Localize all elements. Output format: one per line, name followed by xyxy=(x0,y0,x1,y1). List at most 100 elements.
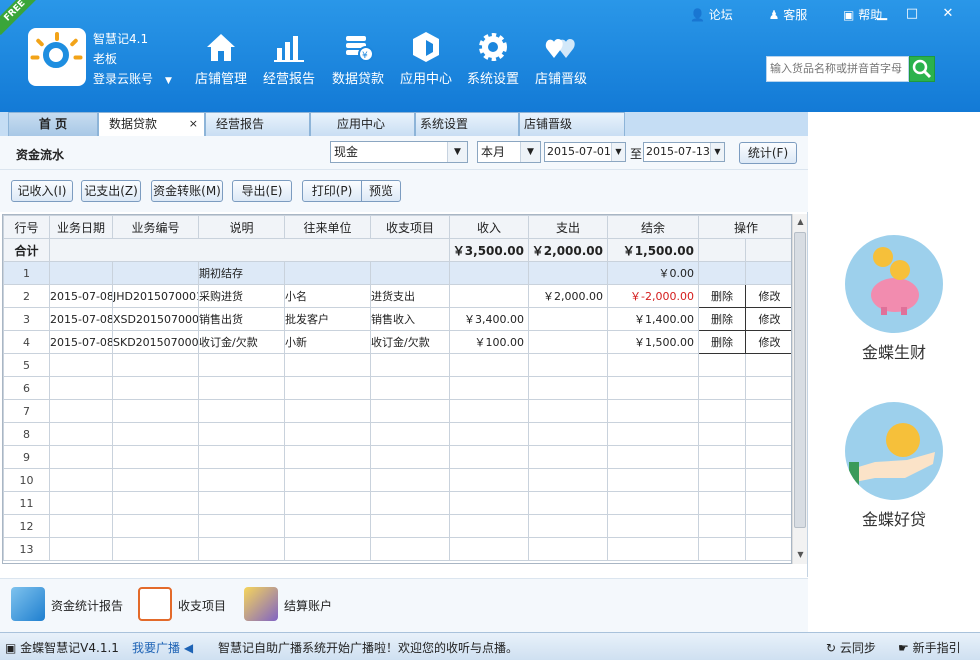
hearts-icon xyxy=(545,39,575,58)
search-input[interactable] xyxy=(766,56,909,82)
table-row[interactable]: 9 xyxy=(3,445,791,469)
support-link[interactable]: ♟ 客服 xyxy=(769,8,824,22)
new-user-guide-button[interactable]: ☛ 新手指引 xyxy=(898,639,961,656)
sync-icon: ↻ xyxy=(826,641,837,655)
tab-home[interactable]: 首 页 xyxy=(8,112,98,136)
nav-upgrade[interactable]: 店铺晋级 xyxy=(531,30,591,90)
table-row[interactable]: 11 xyxy=(3,491,791,515)
settlement-account-button[interactable]: 结算账户 xyxy=(244,585,339,625)
empty-cell xyxy=(698,491,746,515)
chevron-down-icon: ▼ xyxy=(165,76,172,86)
table-row[interactable]: 10 xyxy=(3,468,791,492)
empty-cell xyxy=(528,353,608,377)
transfer-button[interactable]: 资金转账(M) xyxy=(151,180,223,202)
empty-cell xyxy=(607,491,699,515)
cloud-sync-button[interactable]: ↻ 云同步 xyxy=(826,639,876,656)
app-name: 智慧记4.1 xyxy=(93,32,149,46)
tab-upgrade[interactable]: 店铺晋级 xyxy=(519,112,625,136)
minimize-icon[interactable]: ▁ xyxy=(872,6,892,22)
user-name: 老板 xyxy=(93,52,118,66)
date-from-picker[interactable]: 2015-07-01 ▼ xyxy=(544,142,626,162)
table-row[interactable]: 2 2015-07-08 JHD2015070001 采购进货 小名 进货支出 ￥2,000… xyxy=(3,284,791,308)
account-select[interactable]: 现金 ▼ xyxy=(330,141,468,163)
scroll-thumb[interactable] xyxy=(794,232,806,528)
nav-store[interactable]: 店铺管理 xyxy=(193,30,249,90)
nav-settings[interactable]: 系统设置 xyxy=(463,30,523,90)
cloud-login[interactable]: 登录云账号 ▼ xyxy=(93,69,172,91)
empty-cell xyxy=(370,422,450,446)
empty-cell xyxy=(449,399,529,423)
nav-loan[interactable]: ¥ 数据贷款 xyxy=(328,30,388,90)
forum-link[interactable]: 👤 论坛 xyxy=(690,8,749,22)
empty-cell xyxy=(698,537,746,561)
broadcast-message: 智慧记自助广播系统开始广播啦！欢迎您的收听与点播。 xyxy=(218,641,519,655)
cell-party: 小新 xyxy=(284,330,371,354)
scroll-down-icon[interactable]: ▼ xyxy=(793,547,808,562)
cell-party xyxy=(284,261,371,285)
empty-cell xyxy=(744,468,791,492)
promo-jindie-shengcai[interactable]: 金蝶生财 xyxy=(845,235,943,363)
table-row[interactable]: 12 xyxy=(3,514,791,538)
cell-desc: 期初结存 xyxy=(198,261,285,285)
total-label: 合计 xyxy=(3,238,50,262)
promo-jindie-haodai[interactable]: 金蝶好贷 xyxy=(845,402,943,530)
search-button[interactable] xyxy=(909,56,935,82)
delete-link[interactable]: 删除 xyxy=(698,284,746,308)
scroll-up-icon[interactable]: ▲ xyxy=(793,214,808,229)
delete-link[interactable]: 删除 xyxy=(698,307,746,331)
cell-income xyxy=(449,284,529,308)
filter-bar: 资金流水 现金 ▼ 本月 ▼ 2015-07-01 ▼ 至 2015-07-13 ▼ 统… xyxy=(0,136,808,170)
nav-apps[interactable]: 应用中心 xyxy=(396,30,456,90)
vertical-scrollbar[interactable]: ▲ ▼ xyxy=(792,214,807,564)
preview-button[interactable]: 预览 xyxy=(361,180,401,202)
edit-link[interactable]: 修改 xyxy=(744,284,791,308)
record-expense-button[interactable]: 记支出(Z) xyxy=(81,180,141,202)
hexagon-icon xyxy=(413,32,439,62)
promo-label: 金蝶生财 xyxy=(861,343,926,362)
empty-cell xyxy=(112,399,199,423)
table-row[interactable]: 4 2015-07-08 SKD2015070001 收订金/欠款 小新 收订金/欠款 ￥1… xyxy=(3,330,791,354)
empty-cell xyxy=(698,399,746,423)
tab-close-icon[interactable]: × xyxy=(189,113,198,135)
cell-date: 2015-07-08 xyxy=(49,330,113,354)
empty-cell xyxy=(284,514,371,538)
broadcast-button[interactable]: 我要广播 ◀ xyxy=(132,639,193,656)
date-to-picker[interactable]: 2015-07-13 ▼ xyxy=(643,142,725,162)
tab-settings[interactable]: 系统设置 xyxy=(415,112,519,136)
cell-item: 收订金/欠款 xyxy=(370,330,450,354)
close-icon[interactable]: ✕ xyxy=(938,6,958,22)
bar-chart-icon xyxy=(274,36,304,62)
edit-link[interactable]: 修改 xyxy=(744,330,791,354)
cashflow-table: 行号 业务日期 业务编号 说明 往来单位 收支项目 收入 支出 结余 操作 合计… xyxy=(2,214,792,564)
chevron-down-icon: ▼ xyxy=(611,143,625,161)
print-button[interactable]: 打印(P) xyxy=(302,180,362,202)
income-expense-items-button[interactable]: 收支项目 xyxy=(138,585,233,625)
empty-cell xyxy=(198,537,285,561)
tab-report[interactable]: 经营报告 xyxy=(205,112,310,136)
chevron-down-icon: ▼ xyxy=(520,142,540,162)
col-header: 往来单位 xyxy=(284,215,371,239)
table-row[interactable]: 3 2015-07-08 XSD2015070002 销售出货 批发客户 销售收入 ￥3,4… xyxy=(3,307,791,331)
export-button[interactable]: 导出(E) xyxy=(232,180,292,202)
empty-cell xyxy=(449,491,529,515)
tab-apps[interactable]: 应用中心 xyxy=(310,112,415,136)
tab-data-loan[interactable]: 数据贷款 × xyxy=(98,112,205,136)
edit-link[interactable]: 修改 xyxy=(744,307,791,331)
table-row[interactable]: 6 xyxy=(3,376,791,400)
col-header: 支出 xyxy=(528,215,608,239)
stat-button[interactable]: 统计(F) xyxy=(739,142,797,164)
nav-report[interactable]: 经营报告 xyxy=(259,30,319,90)
delete-link[interactable]: 删除 xyxy=(698,330,746,354)
maximize-icon[interactable]: □ xyxy=(902,6,922,22)
empty-cell xyxy=(49,514,113,538)
col-header: 说明 xyxy=(198,215,285,239)
table-row[interactable]: 13 xyxy=(3,537,791,561)
record-income-button[interactable]: 记收入(I) xyxy=(11,180,73,202)
table-row[interactable]: 8 xyxy=(3,422,791,446)
period-select[interactable]: 本月 ▼ xyxy=(477,141,541,163)
empty-cell xyxy=(607,537,699,561)
table-row[interactable]: 5 xyxy=(3,353,791,377)
table-row[interactable]: 7 xyxy=(3,399,791,423)
fund-report-button[interactable]: 资金统计报告 xyxy=(11,585,131,625)
table-row[interactable]: 1 期初结存 ￥0.00 xyxy=(3,261,791,285)
